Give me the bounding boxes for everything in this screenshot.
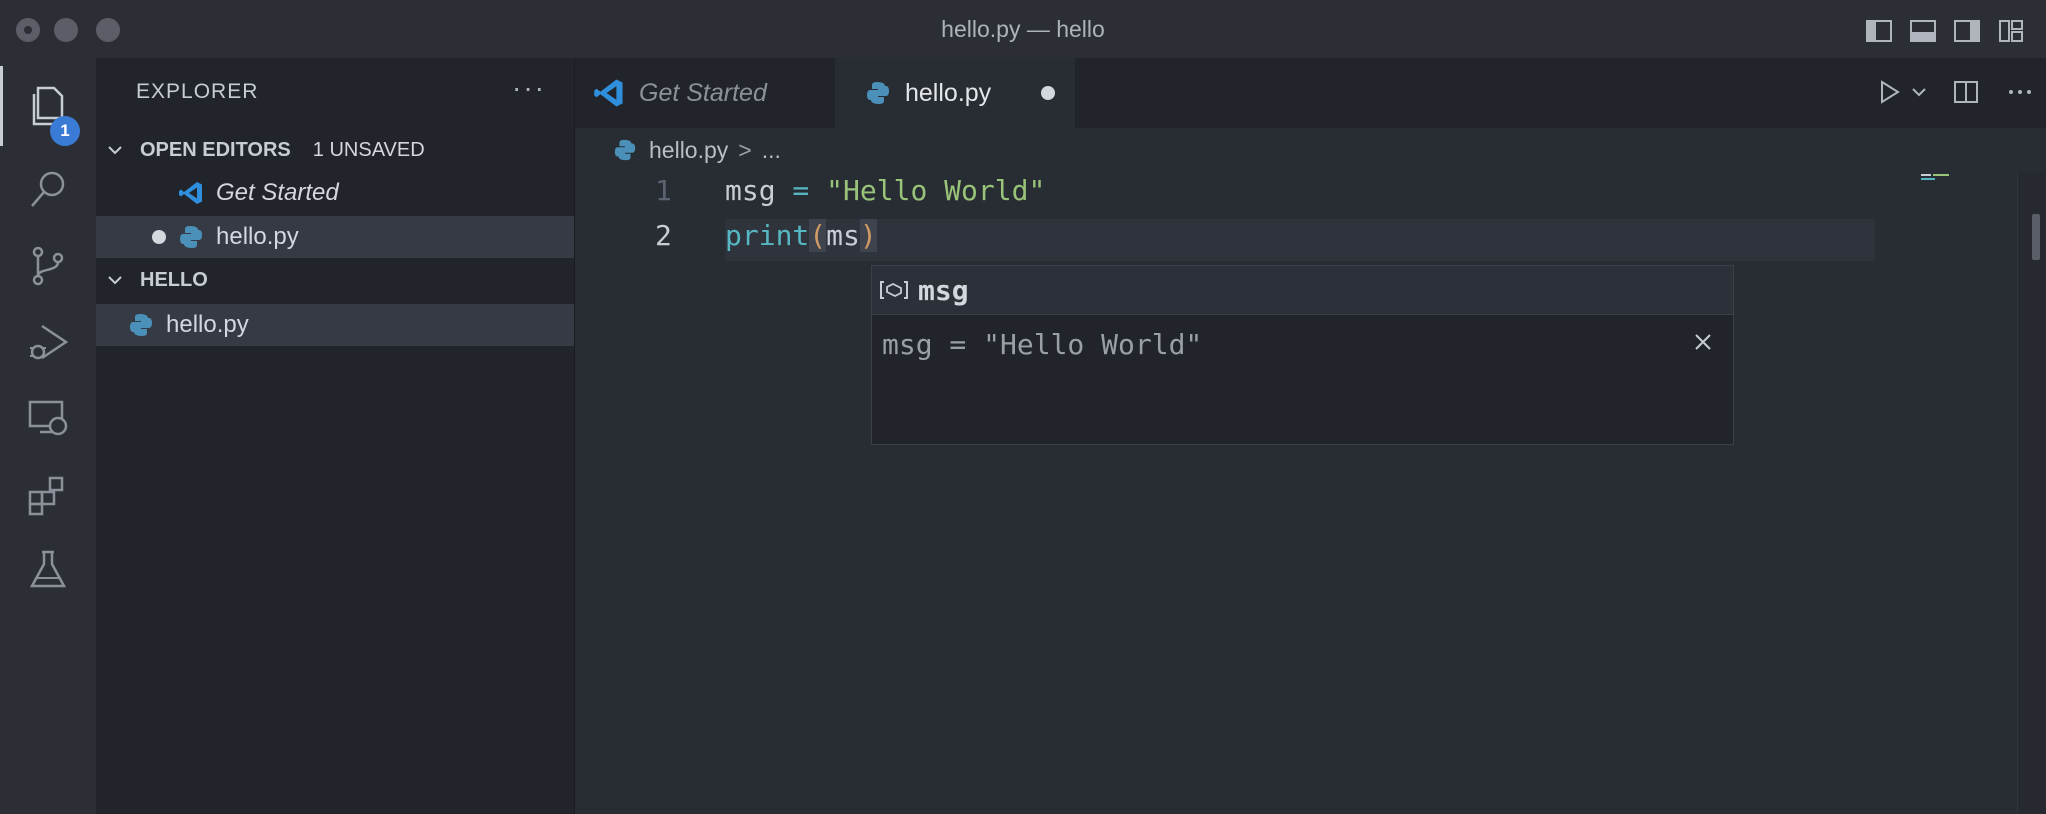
tab-label: Get Started [639,78,767,107]
more-actions-icon[interactable] [2004,76,2036,108]
folder-title: HELLO [140,268,208,291]
explorer-sidebar: EXPLORER ··· OPEN EDITORS 1 UNSAVED Get … [96,58,575,814]
chevron-down-icon[interactable] [1910,83,1928,101]
toggle-secondary-sidebar-icon[interactable] [1952,16,1982,46]
open-editors-header[interactable]: OPEN EDITORS 1 UNSAVED [96,130,574,170]
token-paren: ( [809,219,827,252]
vertical-scrollbar[interactable] [2017,172,2046,814]
folder-header-hello[interactable]: HELLO [96,260,574,300]
search-icon [31,171,65,207]
activity-explorer[interactable]: 1 [0,66,96,146]
toggle-panel-icon[interactable] [1908,16,1938,46]
vscode-logo-icon [594,79,623,107]
variable-icon [880,281,908,299]
open-editor-label: hello.py [216,223,299,250]
explorer-badge: 1 [50,116,80,146]
minimap-line [1933,174,1949,176]
tab-label: hello.py [905,78,992,107]
activity-search[interactable] [0,150,96,230]
token-paren: ) [859,219,877,252]
title-bar: hello.py — hello [0,0,2046,59]
token-string: "Hello World" [826,174,1046,207]
flask-icon [29,550,67,588]
activity-bar: 1 [0,58,96,814]
python-icon [180,226,202,248]
minimap-line [1921,178,1935,180]
breadcrumb-symbols[interactable]: ... [762,137,781,164]
chevron-down-icon [96,141,140,159]
activity-run-debug[interactable] [0,302,96,382]
sidebar-more-actions-button[interactable]: ··· [512,72,546,104]
extensions-icon [28,476,64,516]
scrollbar-thumb[interactable] [2032,214,2040,260]
token-operator: = [775,174,827,207]
hover-symbol: msg [918,273,969,307]
minimap-line [1921,174,1931,176]
open-editor-item-get-started[interactable]: Get Started [96,172,574,214]
python-icon [130,314,152,336]
line-number: 1 [655,174,672,207]
token-identifier: msg [725,174,776,207]
breadcrumb: hello.py > ... [575,128,2046,172]
close-icon[interactable] [1691,330,1715,354]
token-function: print [725,219,810,252]
unsaved-dot-icon[interactable] [152,230,166,244]
toggle-primary-sidebar-icon[interactable] [1864,16,1894,46]
vscode-logo-icon [179,182,202,204]
editor-actions [1874,76,2036,108]
split-editor-icon[interactable] [1950,76,1982,108]
activity-remote-explorer[interactable] [0,378,96,458]
sidebar-title: EXPLORER [136,80,259,103]
file-tree-label: hello.py [166,311,249,338]
editor-tabs: Get Started hello.py [575,58,2046,128]
customize-layout-icon[interactable] [1996,16,2026,46]
remote-explorer-icon [28,400,68,436]
open-editors-title: OPEN EDITORS [140,138,291,161]
token-identifier: ms [826,219,860,252]
layout-controls [1864,16,2026,46]
line-number: 2 [655,219,672,252]
chevron-down-icon [96,271,140,289]
hover-detail: msg = "Hello World" [882,328,1203,361]
unsaved-dot-icon[interactable] [1041,86,1055,100]
activity-source-control[interactable] [0,226,96,306]
breadcrumb-file[interactable]: hello.py [649,137,728,164]
source-control-icon [32,246,64,286]
run-python-file-icon[interactable] [1874,76,1906,108]
python-icon [614,139,636,161]
open-editor-item-hello-py[interactable]: hello.py [96,216,574,258]
tab-hello-py[interactable]: hello.py [835,58,1075,128]
hover-widget: msg msg = "Hello World" [871,265,1734,445]
run-debug-icon [30,324,69,360]
file-tree-item-hello-py[interactable]: hello.py [96,304,574,346]
activity-testing[interactable] [0,530,96,610]
window-title: hello.py — hello [941,16,1105,42]
current-line-highlight [725,219,1875,261]
open-editor-label: Get Started [216,179,339,206]
tab-get-started[interactable]: Get Started [575,58,835,128]
code-line-1[interactable]: msg = "Hello World" [725,174,1045,207]
unsaved-count: 1 UNSAVED [312,138,425,161]
code-line-2[interactable]: print(ms) [725,219,877,252]
activity-extensions[interactable] [0,454,96,534]
breadcrumb-separator: > [738,136,752,163]
python-icon [867,82,889,104]
hover-header: msg [872,266,1733,315]
